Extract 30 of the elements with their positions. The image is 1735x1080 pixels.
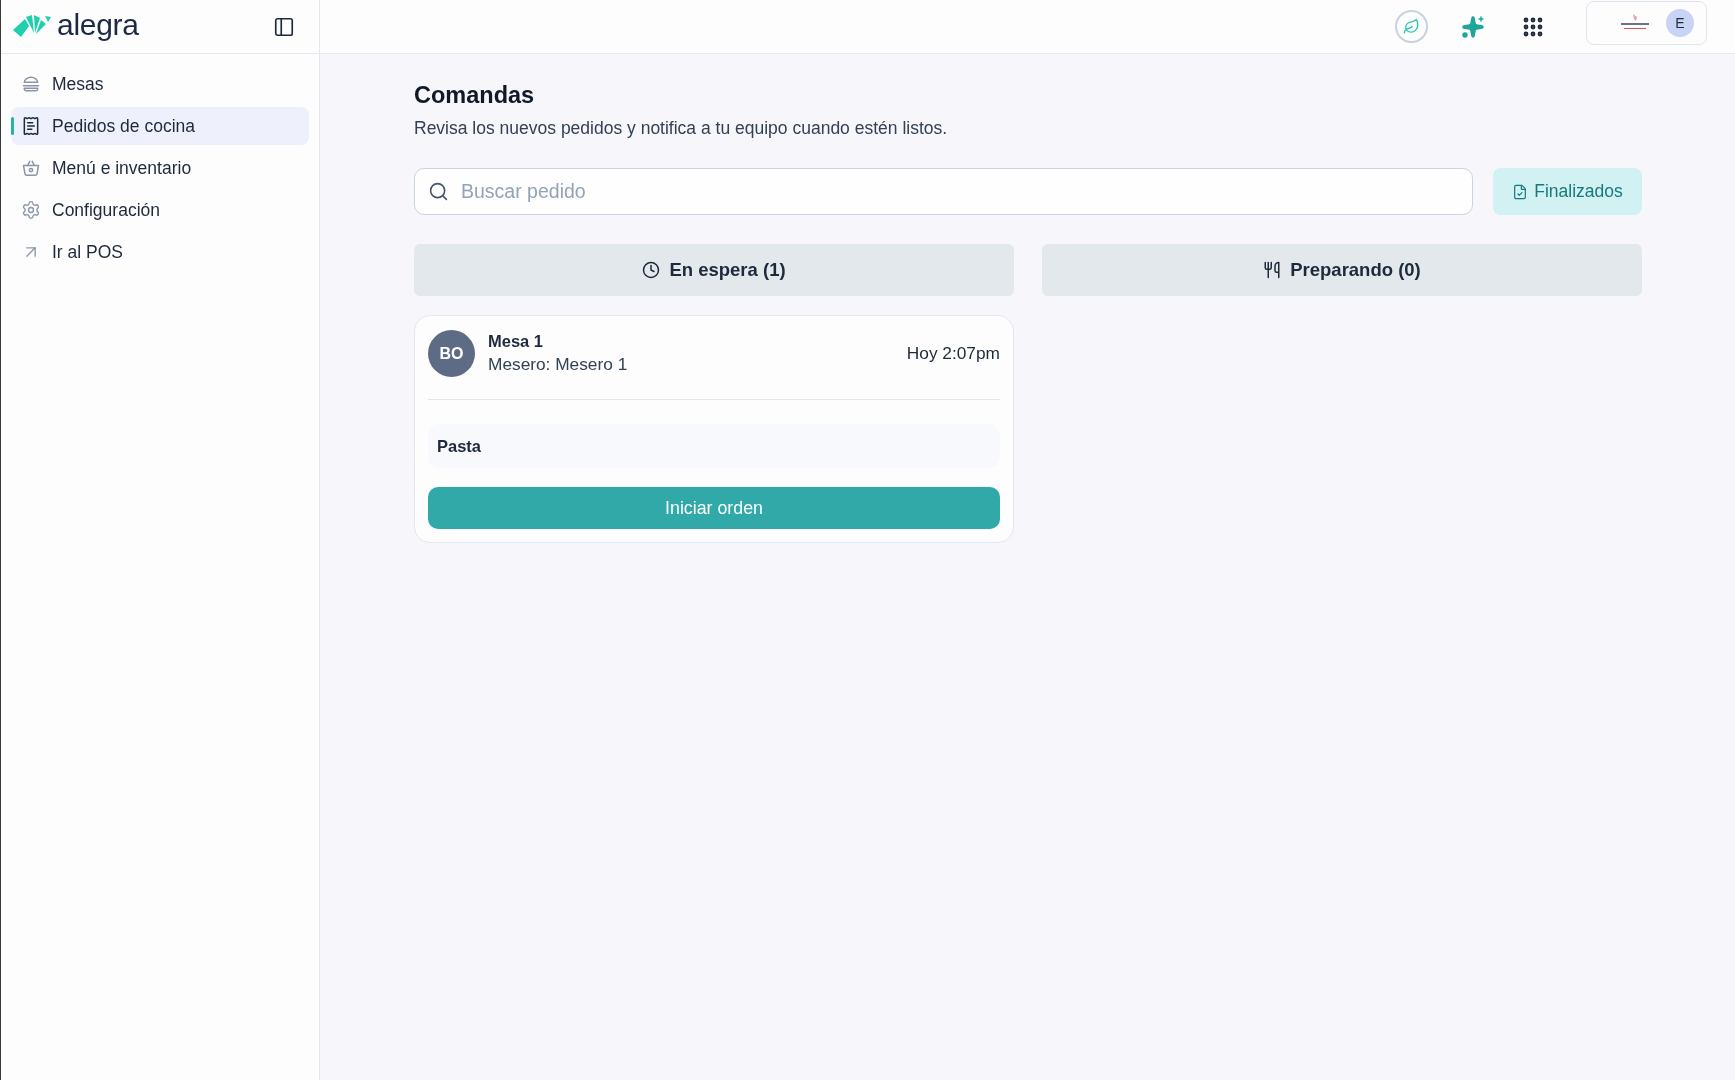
sidebar-item[interactable]: Configuración bbox=[11, 191, 309, 229]
column-tab[interactable]: En espera (1) bbox=[414, 244, 1014, 296]
user-avatar: E bbox=[1666, 9, 1694, 37]
sidebar-item[interactable]: Ir al POS bbox=[11, 233, 309, 271]
order-item: Pasta bbox=[428, 424, 1000, 468]
settings-icon bbox=[21, 200, 41, 220]
basket-icon bbox=[21, 158, 41, 178]
utensils-icon bbox=[1263, 261, 1282, 279]
waiter-name: Mesero: Mesero 1 bbox=[488, 354, 629, 375]
sidebar-item[interactable]: Mesas bbox=[11, 65, 309, 103]
search-icon bbox=[428, 181, 449, 202]
logo-text: alegra bbox=[57, 9, 139, 43]
burger-icon bbox=[21, 74, 41, 94]
leaf-icon bbox=[1403, 18, 1420, 35]
page-title: Comandas bbox=[414, 81, 536, 109]
order-time: Hoy 2:07pm bbox=[906, 343, 1000, 364]
sparkles-icon bbox=[1461, 14, 1485, 39]
clock-icon bbox=[642, 261, 661, 279]
page-subtitle: Revisa los nuevos pedidos y notifica a tu equipo cuando estén listos. bbox=[414, 118, 949, 138]
document-check-icon bbox=[1512, 183, 1529, 200]
finished-button[interactable]: Finalizados bbox=[1493, 168, 1642, 215]
account-button[interactable]: E bbox=[1586, 1, 1707, 45]
table-name: Mesa 1 bbox=[488, 332, 545, 351]
panel-icon bbox=[273, 15, 295, 38]
search-field[interactable]: Buscar pedido bbox=[414, 168, 1473, 215]
sidebar-item[interactable]: Menú e inventario bbox=[11, 149, 309, 187]
order-avatar: BO bbox=[428, 330, 475, 377]
receipt-icon bbox=[21, 116, 41, 136]
column-tab[interactable]: Preparando (0) bbox=[1042, 244, 1642, 296]
sidebar-item[interactable]: Pedidos de cocina bbox=[11, 107, 309, 145]
